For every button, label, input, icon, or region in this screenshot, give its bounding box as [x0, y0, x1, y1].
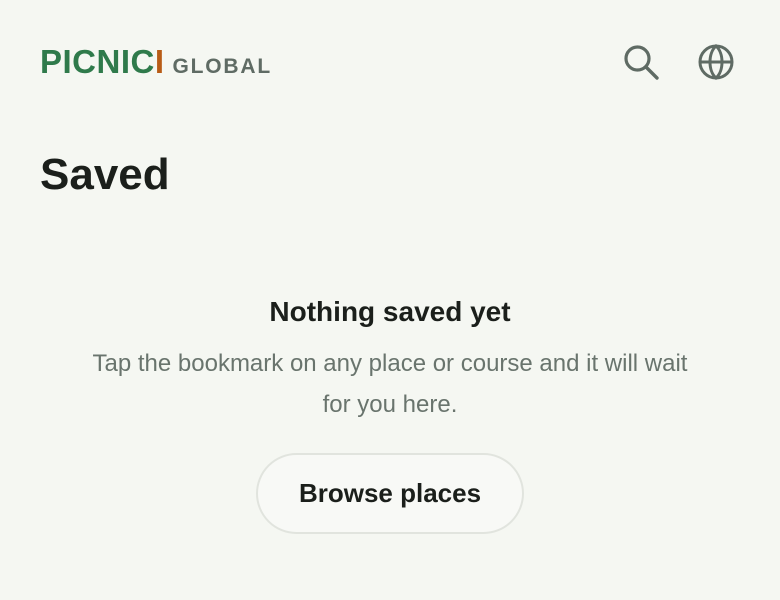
page-title: Saved — [40, 150, 170, 199]
top-header: PICNIC I GLOBAL — [0, 0, 780, 120]
browse-places-button[interactable]: Browse places — [256, 453, 524, 534]
language-button[interactable] — [694, 40, 738, 84]
logo-accent-letter: I — [154, 43, 165, 80]
search-button[interactable] — [619, 40, 663, 84]
search-icon — [624, 45, 659, 80]
empty-state-message: Tap the bookmark on any place or course … — [92, 350, 688, 418]
logo-region-label: GLOBAL — [172, 55, 272, 78]
globe-icon — [698, 44, 734, 80]
empty-state: Nothing saved yet Tap the bookmark on an… — [0, 286, 780, 534]
logo-wordmark: PICNIC — [40, 43, 155, 80]
empty-state-title: Nothing saved yet — [269, 296, 511, 327]
brand-logo[interactable]: PICNIC I GLOBAL — [40, 40, 272, 84]
